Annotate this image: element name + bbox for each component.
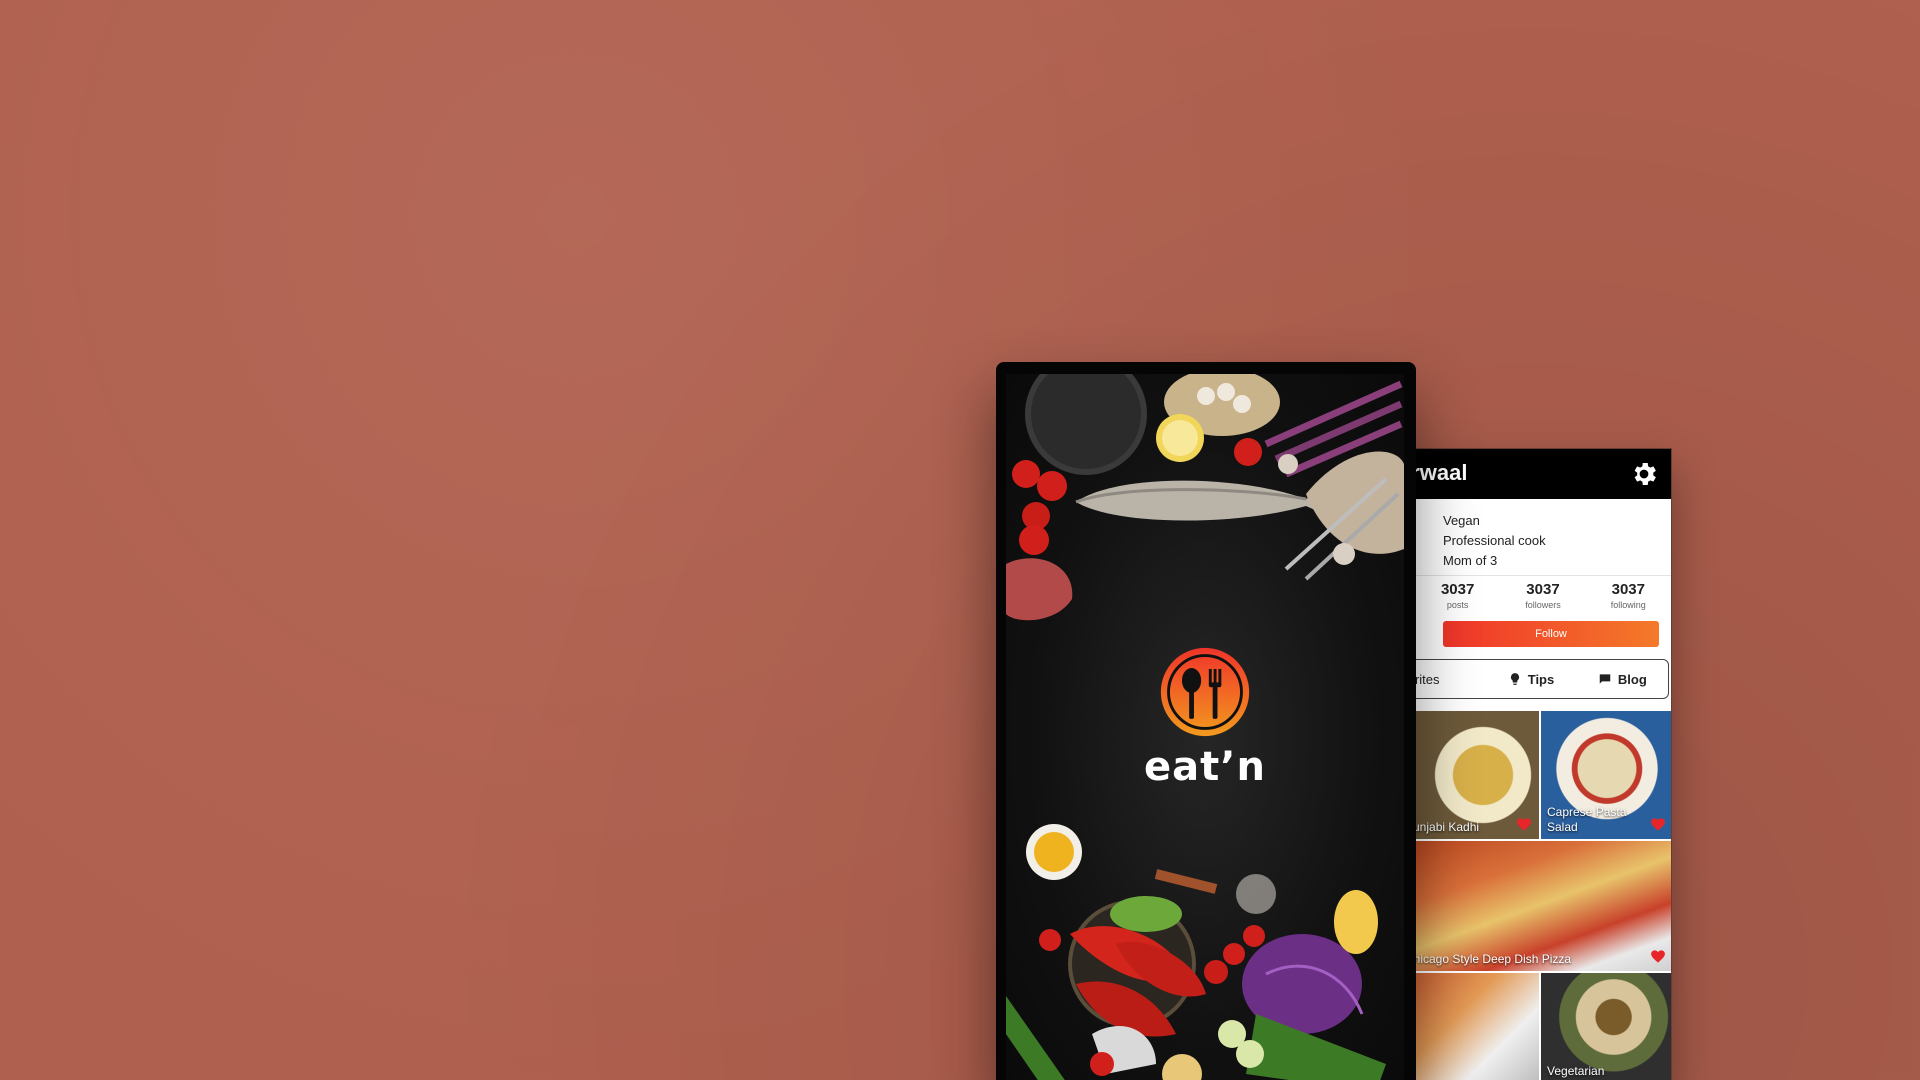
recipe-title: Vegetarian: [1547, 1064, 1605, 1078]
lightbulb-icon: [1510, 673, 1519, 685]
heart-icon[interactable]: [1651, 950, 1665, 963]
fish: [1076, 480, 1328, 521]
profile-stats: 3037 posts 3037 followers 3037 following: [1415, 581, 1671, 617]
bio-line: Professional cook: [1443, 533, 1546, 548]
cinnamon-stick: [1154, 869, 1218, 894]
profile-header: erwaal: [1399, 449, 1671, 499]
recipe-title: Punjabi Kadhi: [1405, 820, 1480, 834]
follow-button[interactable]: Follow: [1443, 621, 1659, 647]
salt-pile: [1236, 874, 1276, 914]
stat-posts[interactable]: 3037 posts: [1415, 581, 1500, 617]
bio-line: Mom of 3: [1443, 553, 1498, 568]
stat-value: 3037: [1440, 581, 1475, 598]
skillet: [1025, 374, 1147, 475]
recipe-tile[interactable]: Vegetarian: [1541, 973, 1671, 1080]
tomato: [1234, 438, 1262, 466]
recipe-tile[interactable]: Caprese Pasta Salad: [1541, 711, 1671, 839]
recipe-tile[interactable]: Punjabi Kadhi: [1399, 711, 1539, 839]
stat-value: 3037: [1611, 581, 1645, 598]
recipe-tile[interactable]: [1399, 973, 1539, 1080]
zucchini: [1006, 996, 1065, 1080]
app-name: eat’n: [1144, 744, 1266, 790]
stat-label: followers: [1525, 600, 1561, 610]
stat-followers[interactable]: 3037 followers: [1500, 581, 1585, 617]
profile-bio: Vegan Professional cook Mom of 3: [1443, 511, 1663, 571]
tab-label: Blog: [1617, 671, 1647, 687]
recipe-title: Caprese Pasta Salad: [1547, 805, 1627, 834]
recipe-title: Chicago Style Deep Dish Pizza: [1405, 952, 1572, 966]
splash-screen: eat’n: [1006, 374, 1404, 1080]
stat-value: 3037: [1526, 581, 1560, 598]
tab-label: Tips: [1527, 671, 1555, 687]
chat-icon: [1599, 674, 1611, 684]
spoon-icon: [1181, 668, 1202, 693]
heart-icon[interactable]: [1517, 818, 1531, 831]
profile-username: erwaal: [1399, 460, 1468, 485]
tab-tips[interactable]: Tips: [1485, 672, 1576, 687]
potato: [1162, 1054, 1202, 1080]
logo-emblem: [1160, 647, 1250, 737]
bio-line: Vegan: [1443, 513, 1480, 528]
recipe-tile[interactable]: Chicago Style Deep Dish Pizza: [1399, 841, 1671, 971]
stat-label: following: [1610, 600, 1646, 610]
tab-blog[interactable]: Blog: [1577, 672, 1668, 687]
app-logo: eat’n: [1006, 644, 1404, 790]
heart-icon[interactable]: [1651, 818, 1665, 831]
splash-phone: eat’n: [996, 362, 1416, 1080]
stat-following[interactable]: 3037 following: [1586, 581, 1671, 617]
lettuce: [1110, 896, 1182, 932]
profile-screen: erwaal Vegan Professional cook Mom of 3 …: [1398, 448, 1672, 1080]
corn: [1334, 890, 1378, 954]
raw-meat: [1006, 558, 1073, 621]
gear-icon[interactable]: [1629, 459, 1659, 489]
stat-label: posts: [1446, 600, 1469, 610]
profile-tabs: avorites Tips Blog: [1399, 659, 1669, 699]
divider: [1415, 575, 1671, 576]
